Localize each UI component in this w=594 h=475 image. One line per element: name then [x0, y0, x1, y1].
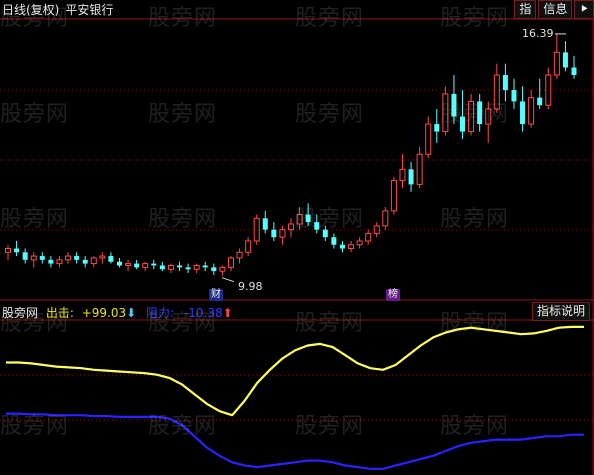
- candle-body-up: [373, 225, 380, 234]
- ranking-event-tag[interactable]: 榜: [386, 289, 400, 301]
- candle-body-down: [14, 248, 20, 253]
- indicator-name: 股旁网: [2, 306, 39, 320]
- candle-body-up: [528, 97, 535, 125]
- finance-event-tag[interactable]: 财: [209, 289, 223, 301]
- candle-body-up: [442, 93, 449, 133]
- low-marker: [221, 277, 235, 283]
- expand-arrow-icon[interactable]: ⯈: [574, 0, 594, 19]
- candle-body-down: [74, 256, 80, 260]
- arrow-up-icon: ⬆: [222, 306, 233, 320]
- candle-body-down: [511, 90, 517, 102]
- indicator-explain-button[interactable]: 指标说明: [531, 302, 590, 321]
- candle-body-up: [142, 263, 149, 268]
- period-label: 日线(复权): [2, 3, 60, 17]
- out-label: 出击:: [45, 306, 74, 320]
- candle-body-down: [134, 263, 140, 268]
- candle-body-up: [125, 263, 132, 266]
- candle-body-down: [477, 101, 483, 125]
- candle-body-down: [502, 75, 508, 91]
- stock-chart[interactable]: [0, 0, 594, 475]
- candle-body-down: [520, 101, 526, 125]
- candle-body-down: [48, 259, 54, 264]
- candle-body-down: [460, 116, 466, 132]
- candle-body-up: [167, 264, 174, 270]
- candle-body-down: [262, 218, 268, 230]
- candle-body-down: [22, 252, 28, 260]
- candle-body-down: [537, 97, 543, 106]
- candle-body-down: [339, 244, 345, 249]
- candle-body-up: [348, 244, 355, 250]
- candlestick-series: [5, 33, 577, 283]
- candle-body-down: [451, 93, 457, 117]
- candle-body-up: [30, 255, 37, 261]
- price-low-label: 9.98: [238, 280, 263, 293]
- out-value: +99.03: [81, 306, 127, 320]
- candle-body-down: [305, 214, 311, 223]
- candle-body-up: [219, 266, 226, 272]
- top-toolbar: 指 信息 ⯈: [512, 0, 594, 19]
- candle-body-up: [382, 210, 389, 227]
- candle-body-down: [322, 229, 328, 238]
- candle-body-up: [56, 259, 63, 265]
- candle-body-down: [331, 237, 337, 245]
- indicator-legend: 股旁网 出击: +99.03⬇ 阻力: -10.38⬆: [2, 304, 233, 321]
- indicator-lines: [6, 325, 584, 470]
- resistance-line: [6, 412, 584, 470]
- candle-body-down: [151, 263, 157, 266]
- candle-body-up: [425, 123, 432, 155]
- candle-body-up: [399, 168, 406, 182]
- candle-body-up: [279, 229, 286, 238]
- candle-body-up: [356, 240, 363, 246]
- res-value: -10.38: [183, 306, 223, 320]
- candle-body-up: [485, 108, 492, 125]
- candle-body-up: [99, 255, 106, 259]
- candle-body-up: [236, 251, 243, 259]
- candle-body-up: [545, 74, 552, 106]
- candle-body-down: [314, 222, 320, 230]
- candle-body-down: [177, 265, 183, 268]
- candle-body-up: [288, 223, 294, 231]
- candle-body-up: [253, 217, 260, 242]
- info-button[interactable]: 信息: [538, 0, 573, 19]
- candle-body-up: [193, 264, 200, 270]
- candle-body-up: [227, 257, 234, 268]
- price-high-label: 16.39: [522, 27, 554, 40]
- candle-body-down: [271, 229, 277, 238]
- candle-body-up: [245, 240, 252, 253]
- candle-body-up: [493, 74, 500, 110]
- candle-body-down: [562, 52, 568, 68]
- arrow-down-icon: ⬇: [126, 306, 137, 320]
- chart-title: 日线(复权) 平安银行: [2, 1, 113, 18]
- candle-body-down: [211, 267, 217, 272]
- indicator-toggle-button[interactable]: 指: [514, 0, 537, 19]
- candle-body-up: [5, 248, 11, 253]
- stock-name: 平安银行: [65, 3, 114, 17]
- candle-body-up: [468, 100, 475, 133]
- candle-body-down: [571, 67, 577, 76]
- candle-body-down: [185, 267, 191, 270]
- candle-body-down: [116, 261, 122, 266]
- candle-body-up: [416, 153, 423, 185]
- out-line: [6, 325, 584, 417]
- candle-body-down: [408, 169, 414, 185]
- candle-body-down: [202, 265, 208, 268]
- candle-body-up: [365, 232, 372, 242]
- candle-body-down: [108, 256, 114, 262]
- candle-body-up: [553, 51, 560, 76]
- candle-body-down: [82, 259, 88, 264]
- candle-body-up: [390, 180, 397, 212]
- candle-body-down: [159, 265, 165, 270]
- candle-body-down: [39, 256, 45, 260]
- candle-body-up: [90, 257, 97, 265]
- candle-body-down: [434, 124, 440, 132]
- candle-body-up: [65, 255, 72, 261]
- res-label: 阻力:: [146, 306, 175, 320]
- candle-body-up: [296, 214, 303, 225]
